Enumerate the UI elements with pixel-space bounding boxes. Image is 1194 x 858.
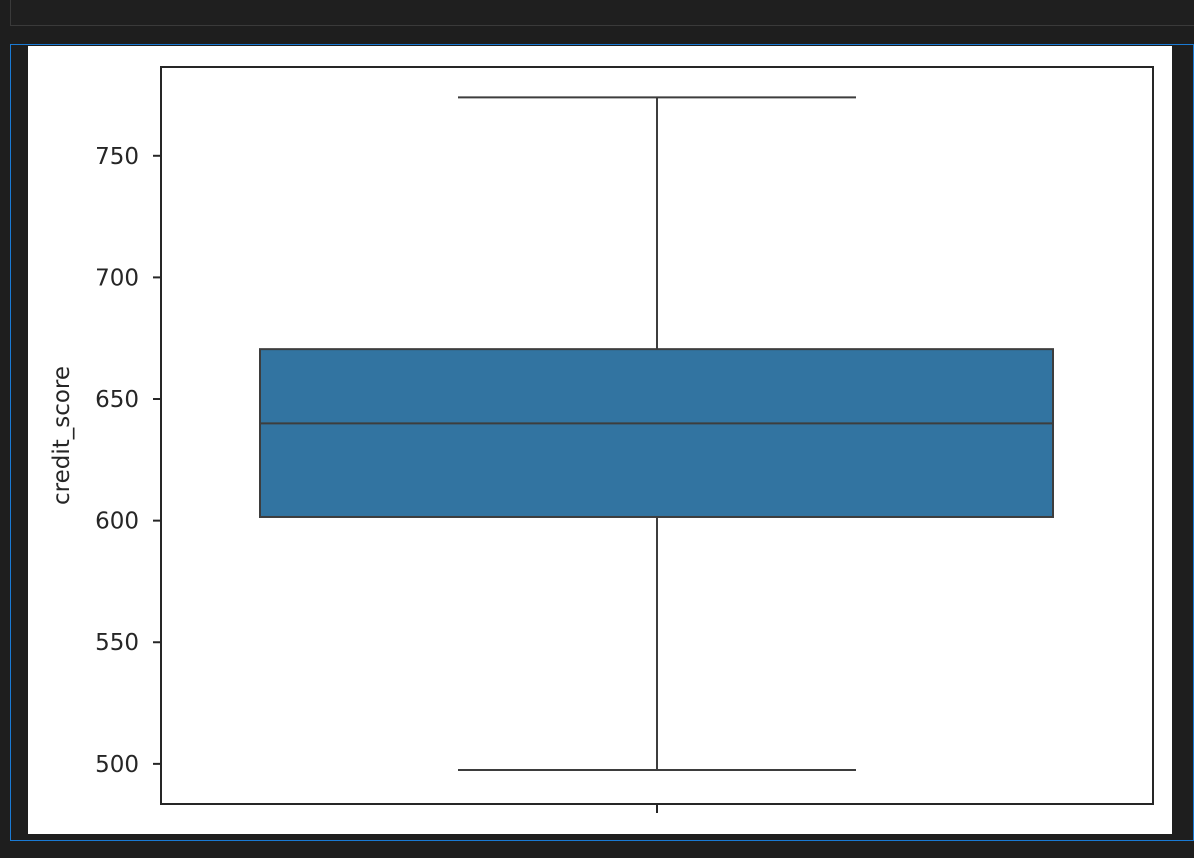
y-tick-label: 550 — [95, 630, 139, 656]
y-axis-label: credit_score — [49, 366, 75, 505]
previous-cell[interactable] — [10, 0, 1194, 26]
y-tick-label: 700 — [95, 265, 139, 291]
iqr-box — [259, 348, 1054, 518]
box-plot: 500 550 600 650 700 750 credit_score — [49, 66, 1154, 813]
chart-figure: 500 550 600 650 700 750 credit_score — [28, 46, 1172, 834]
y-tick-label: 600 — [95, 509, 139, 535]
y-tick-label: 750 — [95, 144, 139, 170]
y-tick-label: 650 — [95, 387, 139, 413]
top-toolbar-strip — [0, 0, 1194, 30]
y-tick-label: 500 — [95, 752, 139, 778]
